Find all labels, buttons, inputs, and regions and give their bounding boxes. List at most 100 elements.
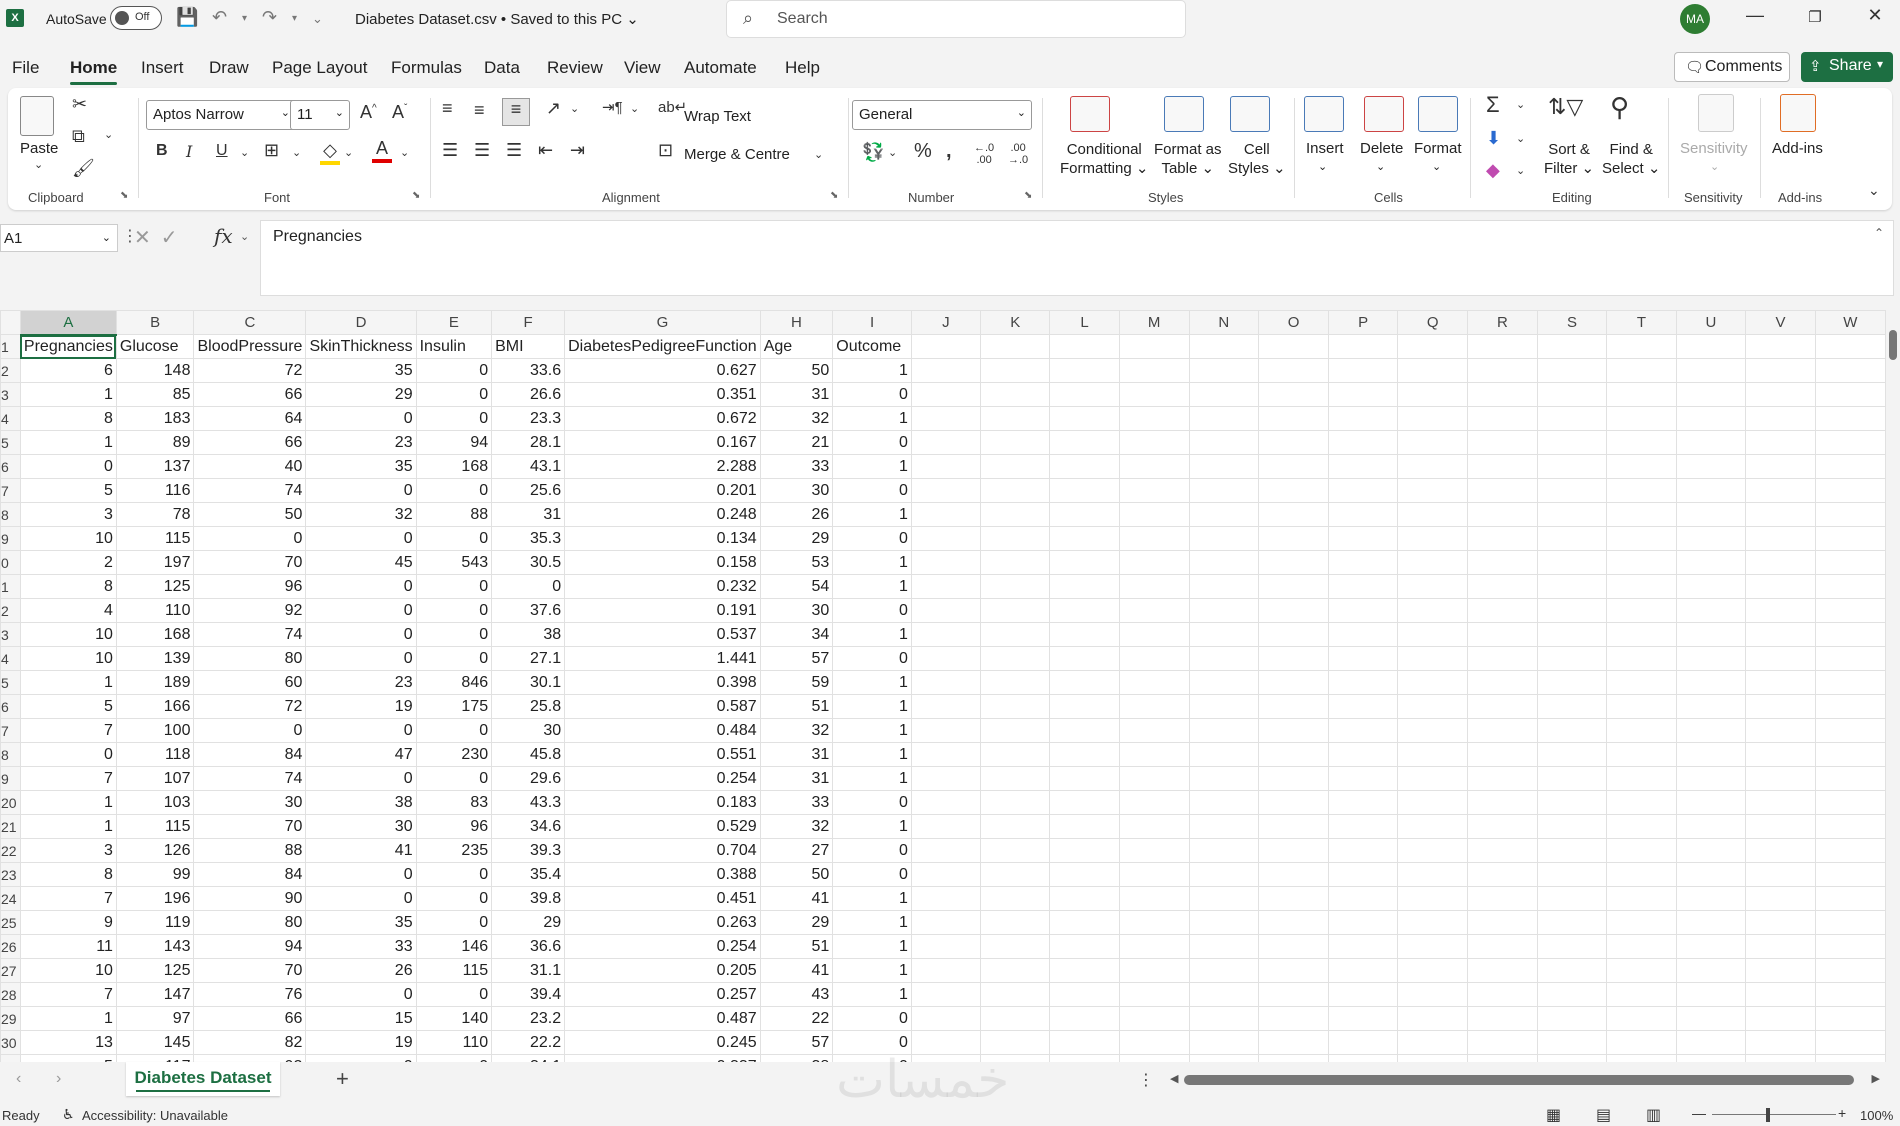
cell[interactable]: 3 xyxy=(19,502,117,527)
cell[interactable] xyxy=(1258,574,1329,599)
add-ins-button[interactable]: Add-ins xyxy=(1772,140,1823,157)
cell[interactable] xyxy=(910,838,981,863)
redo-icon[interactable]: ↷ xyxy=(262,7,277,28)
cell[interactable]: 1 xyxy=(19,670,117,695)
text-direction-icon[interactable]: ⇥¶ xyxy=(602,98,623,116)
cell[interactable] xyxy=(1118,574,1190,599)
insert-cells-icon[interactable] xyxy=(1304,96,1344,132)
cell[interactable] xyxy=(979,526,1051,551)
cell[interactable]: 7 xyxy=(19,718,117,743)
cell[interactable] xyxy=(1397,454,1469,479)
row-header[interactable]: 8 xyxy=(0,502,21,527)
cell[interactable]: 21 xyxy=(759,430,834,455)
row-header[interactable]: 29 xyxy=(0,1006,21,1031)
cell[interactable]: 43.3 xyxy=(491,790,566,815)
cell[interactable] xyxy=(910,406,981,431)
cell[interactable]: 1 xyxy=(832,406,912,431)
cell[interactable] xyxy=(1675,910,1747,935)
cell[interactable] xyxy=(1675,694,1747,719)
cell[interactable] xyxy=(1049,790,1120,815)
decrease-indent-icon[interactable]: ⇤ xyxy=(538,140,553,161)
cell[interactable] xyxy=(1467,742,1538,767)
cell[interactable] xyxy=(1258,526,1329,551)
cell[interactable]: 0 xyxy=(415,478,493,503)
cell[interactable]: 0.337 xyxy=(564,1054,761,1062)
cell[interactable] xyxy=(1397,910,1469,935)
cell[interactable]: 125 xyxy=(115,958,195,983)
cell[interactable] xyxy=(910,790,981,815)
cell[interactable] xyxy=(1606,742,1677,767)
cell[interactable]: 1 xyxy=(832,670,912,695)
cell[interactable]: 0.134 xyxy=(564,526,761,551)
cell[interactable] xyxy=(1814,478,1886,503)
cell[interactable] xyxy=(1745,550,1816,575)
cell[interactable]: 148 xyxy=(115,358,195,383)
cell[interactable] xyxy=(1467,718,1538,743)
cell[interactable]: 1 xyxy=(832,910,912,935)
cell[interactable]: 1 xyxy=(832,454,912,479)
cell[interactable] xyxy=(910,502,981,527)
column-header-i[interactable]: I xyxy=(832,310,912,335)
cell[interactable]: 0 xyxy=(415,982,493,1007)
cell[interactable] xyxy=(1606,622,1677,647)
column-header-v[interactable]: V xyxy=(1745,310,1816,335)
cell[interactable] xyxy=(1188,358,1260,383)
cell[interactable] xyxy=(1118,814,1190,839)
cell[interactable]: 168 xyxy=(415,454,493,479)
cell[interactable] xyxy=(1467,502,1538,527)
cell[interactable]: 23 xyxy=(305,430,417,455)
cell[interactable] xyxy=(1675,742,1747,767)
cell[interactable]: 0 xyxy=(415,358,493,383)
cell[interactable] xyxy=(1327,838,1399,863)
cell[interactable] xyxy=(1536,814,1608,839)
cell[interactable] xyxy=(1327,358,1399,383)
cell[interactable] xyxy=(1188,910,1260,935)
cell[interactable] xyxy=(1745,742,1816,767)
cell[interactable]: 0 xyxy=(415,622,493,647)
cell[interactable] xyxy=(1814,1030,1886,1055)
chevron-down-icon[interactable]: ⌄ xyxy=(104,128,113,141)
cell[interactable] xyxy=(1814,646,1886,671)
zoom-slider[interactable] xyxy=(1712,1114,1836,1115)
name-box[interactable]: A1 ⌄ xyxy=(0,224,118,252)
cell[interactable]: 0 xyxy=(305,646,417,671)
cell[interactable]: 0 xyxy=(832,382,912,407)
cell[interactable] xyxy=(1536,718,1608,743)
cell[interactable] xyxy=(979,982,1051,1007)
add-ins-icon[interactable] xyxy=(1780,94,1816,132)
cell[interactable] xyxy=(979,862,1051,887)
cell[interactable]: 88 xyxy=(415,502,493,527)
cell[interactable]: 166 xyxy=(115,694,195,719)
row-header[interactable]: 23 xyxy=(0,862,21,887)
cell[interactable] xyxy=(1258,862,1329,887)
cell[interactable] xyxy=(1188,334,1260,359)
cell[interactable] xyxy=(1467,574,1538,599)
cell[interactable] xyxy=(1188,502,1260,527)
cell[interactable] xyxy=(979,598,1051,623)
row-header[interactable]: 28 xyxy=(0,982,21,1007)
cell[interactable]: 97 xyxy=(115,1006,195,1031)
cell[interactable]: 0 xyxy=(305,862,417,887)
cell[interactable] xyxy=(1606,670,1677,695)
cell[interactable]: 1 xyxy=(832,934,912,959)
row-header[interactable]: 20 xyxy=(0,790,21,815)
column-header-n[interactable]: N xyxy=(1188,310,1260,335)
header-cell[interactable]: Insulin xyxy=(415,334,493,359)
cell[interactable]: 0 xyxy=(305,478,417,503)
cell[interactable] xyxy=(1188,742,1260,767)
cell[interactable]: 66 xyxy=(193,430,307,455)
cell[interactable] xyxy=(910,550,981,575)
row-header[interactable]: 4 xyxy=(0,646,21,671)
cell[interactable]: 147 xyxy=(115,982,195,1007)
header-cell[interactable]: Outcome xyxy=(832,334,912,359)
cell[interactable]: 66 xyxy=(193,1006,307,1031)
cell[interactable]: 31 xyxy=(759,382,834,407)
cell[interactable]: 197 xyxy=(115,550,195,575)
cell[interactable] xyxy=(1675,838,1747,863)
next-sheet-icon[interactable]: › xyxy=(56,1070,61,1088)
cell[interactable]: 0.245 xyxy=(564,1030,761,1055)
cell[interactable]: 45 xyxy=(305,550,417,575)
increase-decimal-icon[interactable]: ←.0.00 xyxy=(974,142,994,166)
cell[interactable]: 84 xyxy=(193,742,307,767)
cell[interactable] xyxy=(1536,550,1608,575)
